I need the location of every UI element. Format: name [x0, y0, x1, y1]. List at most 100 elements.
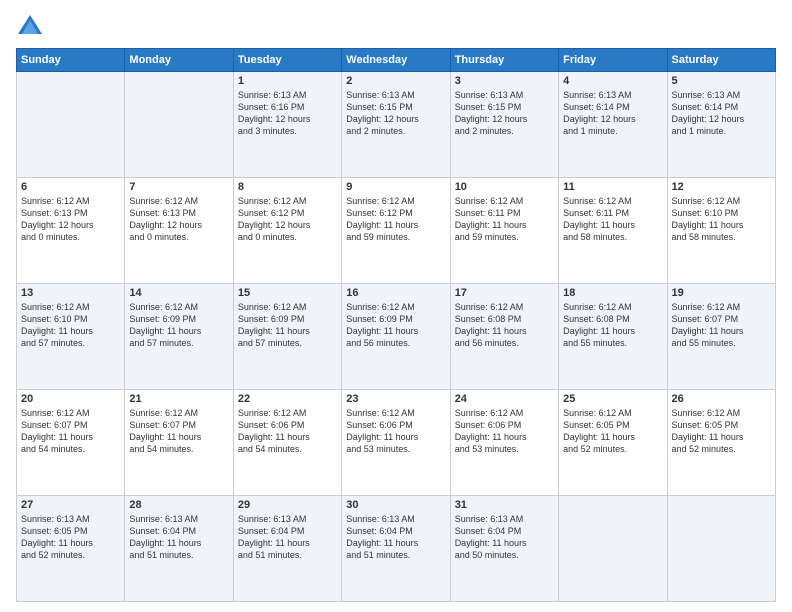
cell-content: Sunrise: 6:12 AM Sunset: 6:10 PM Dayligh…: [672, 195, 771, 244]
calendar-week-2: 6 Sunrise: 6:12 AM Sunset: 6:13 PM Daylig…: [17, 178, 776, 284]
calendar-cell: 31Sunrise: 6:13 AM Sunset: 6:04 PM Dayli…: [450, 496, 558, 602]
calendar-cell: 11Sunrise: 6:12 AM Sunset: 6:11 PM Dayli…: [559, 178, 667, 284]
calendar-cell: 15 Sunrise: 6:12 AM Sunset: 6:09 PM Dayli…: [233, 284, 341, 390]
calendar-week-4: 20 Sunrise: 6:12 AM Sunset: 6:07 PM Dayli…: [17, 390, 776, 496]
cell-content: Sunrise: 6:12 AM Sunset: 6:06 PM Dayligh…: [346, 407, 445, 456]
cell-content: Sunrise: 6:12 AM Sunset: 6:08 PM Dayligh…: [455, 301, 554, 350]
cell-content: Sunrise: 6:13 AM Sunset: 6:04 PM Dayligh…: [238, 513, 337, 562]
calendar-cell: 14Sunrise: 6:12 AM Sunset: 6:09 PM Dayli…: [125, 284, 233, 390]
cell-content: Sunrise: 6:13 AM Sunset: 6:04 PM Dayligh…: [129, 513, 228, 562]
day-number: 12: [672, 181, 771, 193]
day-number: 10: [455, 181, 554, 193]
day-number: 2: [346, 75, 445, 87]
day-number: 19: [672, 287, 771, 299]
day-number: 16: [346, 287, 445, 299]
cell-content: Sunrise: 6:12 AM Sunset: 6:06 PM Dayligh…: [455, 407, 554, 456]
day-number: 23: [346, 393, 445, 405]
calendar-body: 1 Sunrise: 6:13 AM Sunset: 6:16 PM Daylig…: [17, 72, 776, 602]
cell-content: Sunrise: 6:12 AM Sunset: 6:07 PM Dayligh…: [129, 407, 228, 456]
cell-content: Sunrise: 6:12 AM Sunset: 6:07 PM Dayligh…: [672, 301, 771, 350]
calendar-cell: 16Sunrise: 6:12 AM Sunset: 6:09 PM Dayli…: [342, 284, 450, 390]
day-number: 5: [672, 75, 771, 87]
calendar-cell: 13 Sunrise: 6:12 AM Sunset: 6:10 PM Dayli…: [17, 284, 125, 390]
cell-content: Sunrise: 6:12 AM Sunset: 6:11 PM Dayligh…: [455, 195, 554, 244]
day-number: 21: [129, 393, 228, 405]
calendar-cell: 12 Sunrise: 6:12 AM Sunset: 6:10 PM Dayli…: [667, 178, 775, 284]
calendar-header: SundayMondayTuesdayWednesdayThursdayFrid…: [17, 49, 776, 72]
calendar-cell: 17Sunrise: 6:12 AM Sunset: 6:08 PM Dayli…: [450, 284, 558, 390]
cell-content: Sunrise: 6:12 AM Sunset: 6:08 PM Dayligh…: [563, 301, 662, 350]
day-number: 28: [129, 499, 228, 511]
calendar-cell: 24 Sunrise: 6:12 AM Sunset: 6:06 PM Dayli…: [450, 390, 558, 496]
calendar-page: SundayMondayTuesdayWednesdayThursdayFrid…: [0, 0, 792, 612]
calendar-cell: 30 Sunrise: 6:13 AM Sunset: 6:04 PM Dayli…: [342, 496, 450, 602]
day-number: 1: [238, 75, 337, 87]
calendar-cell: 3 Sunrise: 6:13 AM Sunset: 6:15 PM Daylig…: [450, 72, 558, 178]
cell-content: Sunrise: 6:13 AM Sunset: 6:15 PM Dayligh…: [346, 89, 445, 138]
weekday-header-thursday: Thursday: [450, 49, 558, 72]
cell-content: Sunrise: 6:13 AM Sunset: 6:14 PM Dayligh…: [672, 89, 771, 138]
cell-content: Sunrise: 6:13 AM Sunset: 6:16 PM Dayligh…: [238, 89, 337, 138]
day-number: 6: [21, 181, 120, 193]
day-number: 27: [21, 499, 120, 511]
calendar-week-1: 1 Sunrise: 6:13 AM Sunset: 6:16 PM Daylig…: [17, 72, 776, 178]
cell-content: Sunrise: 6:13 AM Sunset: 6:04 PM Dayligh…: [455, 513, 554, 562]
logo: [16, 12, 48, 40]
calendar-cell: [667, 496, 775, 602]
cell-content: Sunrise: 6:13 AM Sunset: 6:14 PM Dayligh…: [563, 89, 662, 138]
calendar-cell: 29 Sunrise: 6:13 AM Sunset: 6:04 PM Dayli…: [233, 496, 341, 602]
calendar-cell: 28 Sunrise: 6:13 AM Sunset: 6:04 PM Dayli…: [125, 496, 233, 602]
cell-content: Sunrise: 6:12 AM Sunset: 6:12 PM Dayligh…: [238, 195, 337, 244]
calendar-cell: [17, 72, 125, 178]
calendar-cell: 4 Sunrise: 6:13 AM Sunset: 6:14 PM Daylig…: [559, 72, 667, 178]
weekday-header-tuesday: Tuesday: [233, 49, 341, 72]
calendar-week-5: 27 Sunrise: 6:13 AM Sunset: 6:05 PM Dayli…: [17, 496, 776, 602]
cell-content: Sunrise: 6:12 AM Sunset: 6:09 PM Dayligh…: [238, 301, 337, 350]
calendar-cell: 23 Sunrise: 6:12 AM Sunset: 6:06 PM Dayli…: [342, 390, 450, 496]
calendar-cell: 18 Sunrise: 6:12 AM Sunset: 6:08 PM Dayli…: [559, 284, 667, 390]
weekday-header-friday: Friday: [559, 49, 667, 72]
calendar-cell: 8 Sunrise: 6:12 AM Sunset: 6:12 PM Daylig…: [233, 178, 341, 284]
cell-content: Sunrise: 6:12 AM Sunset: 6:06 PM Dayligh…: [238, 407, 337, 456]
cell-content: Sunrise: 6:13 AM Sunset: 6:15 PM Dayligh…: [455, 89, 554, 138]
calendar-table: SundayMondayTuesdayWednesdayThursdayFrid…: [16, 48, 776, 602]
calendar-cell: 2 Sunrise: 6:13 AM Sunset: 6:15 PM Daylig…: [342, 72, 450, 178]
calendar-cell: 5 Sunrise: 6:13 AM Sunset: 6:14 PM Daylig…: [667, 72, 775, 178]
day-number: 29: [238, 499, 337, 511]
calendar-cell: [559, 496, 667, 602]
logo-icon: [16, 12, 44, 40]
weekday-header-saturday: Saturday: [667, 49, 775, 72]
calendar-cell: [125, 72, 233, 178]
day-number: 30: [346, 499, 445, 511]
cell-content: Sunrise: 6:12 AM Sunset: 6:13 PM Dayligh…: [129, 195, 228, 244]
day-number: 25: [563, 393, 662, 405]
day-number: 18: [563, 287, 662, 299]
day-number: 9: [346, 181, 445, 193]
weekday-header-wednesday: Wednesday: [342, 49, 450, 72]
cell-content: Sunrise: 6:12 AM Sunset: 6:05 PM Dayligh…: [672, 407, 771, 456]
day-number: 11: [563, 181, 662, 193]
day-number: 8: [238, 181, 337, 193]
day-number: 13: [21, 287, 120, 299]
day-number: 4: [563, 75, 662, 87]
calendar-cell: 22 Sunrise: 6:12 AM Sunset: 6:06 PM Dayli…: [233, 390, 341, 496]
cell-content: Sunrise: 6:12 AM Sunset: 6:05 PM Dayligh…: [563, 407, 662, 456]
day-number: 20: [21, 393, 120, 405]
weekday-header-sunday: Sunday: [17, 49, 125, 72]
day-number: 15: [238, 287, 337, 299]
cell-content: Sunrise: 6:12 AM Sunset: 6:10 PM Dayligh…: [21, 301, 120, 350]
calendar-cell: 9Sunrise: 6:12 AM Sunset: 6:12 PM Daylig…: [342, 178, 450, 284]
cell-content: Sunrise: 6:12 AM Sunset: 6:09 PM Dayligh…: [129, 301, 228, 350]
calendar-cell: 27 Sunrise: 6:13 AM Sunset: 6:05 PM Dayli…: [17, 496, 125, 602]
cell-content: Sunrise: 6:12 AM Sunset: 6:13 PM Dayligh…: [21, 195, 120, 244]
calendar-cell: 10 Sunrise: 6:12 AM Sunset: 6:11 PM Dayli…: [450, 178, 558, 284]
cell-content: Sunrise: 6:13 AM Sunset: 6:05 PM Dayligh…: [21, 513, 120, 562]
day-number: 3: [455, 75, 554, 87]
calendar-cell: 20 Sunrise: 6:12 AM Sunset: 6:07 PM Dayli…: [17, 390, 125, 496]
cell-content: Sunrise: 6:12 AM Sunset: 6:07 PM Dayligh…: [21, 407, 120, 456]
weekday-header-monday: Monday: [125, 49, 233, 72]
day-number: 22: [238, 393, 337, 405]
day-number: 24: [455, 393, 554, 405]
cell-content: Sunrise: 6:13 AM Sunset: 6:04 PM Dayligh…: [346, 513, 445, 562]
calendar-cell: 25 Sunrise: 6:12 AM Sunset: 6:05 PM Dayli…: [559, 390, 667, 496]
